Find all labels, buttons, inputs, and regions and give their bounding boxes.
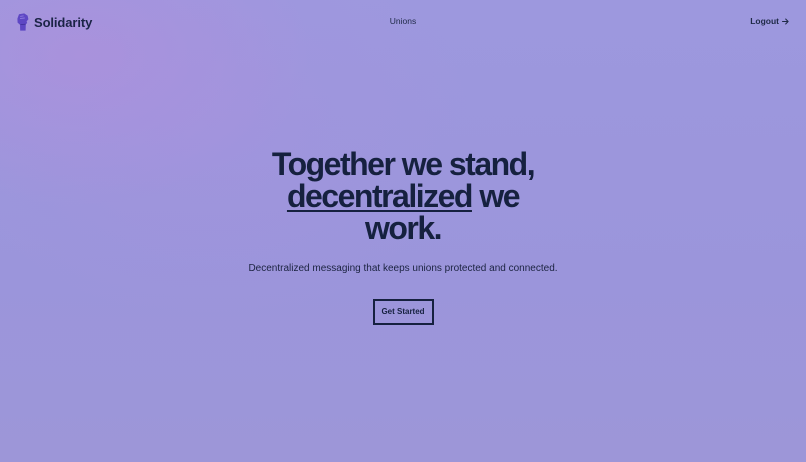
top-nav: Solidarity Unions Logout xyxy=(0,0,806,42)
nav-unions-container: Unions xyxy=(0,16,806,26)
get-started-button[interactable]: Get Started xyxy=(372,299,434,325)
hero-title-underlined: decentralized xyxy=(286,178,474,214)
brand-name: Solidarity xyxy=(34,14,93,30)
hero-title-part1: Together we stand, xyxy=(271,146,536,182)
logout-label: Logout xyxy=(750,16,779,26)
nav-link-unions[interactable]: Unions xyxy=(390,16,416,26)
hero-subtitle: Decentralized messaging that keeps union… xyxy=(248,263,558,274)
logout-link[interactable]: Logout xyxy=(750,16,789,26)
hero-title: Together we stand, decentralized we work… xyxy=(253,148,553,244)
raised-fist-icon xyxy=(17,13,29,31)
arrow-right-icon xyxy=(782,18,789,24)
hero-section: Together we stand, decentralized we work… xyxy=(0,148,806,325)
brand-logo-link[interactable]: Solidarity xyxy=(16,12,92,32)
